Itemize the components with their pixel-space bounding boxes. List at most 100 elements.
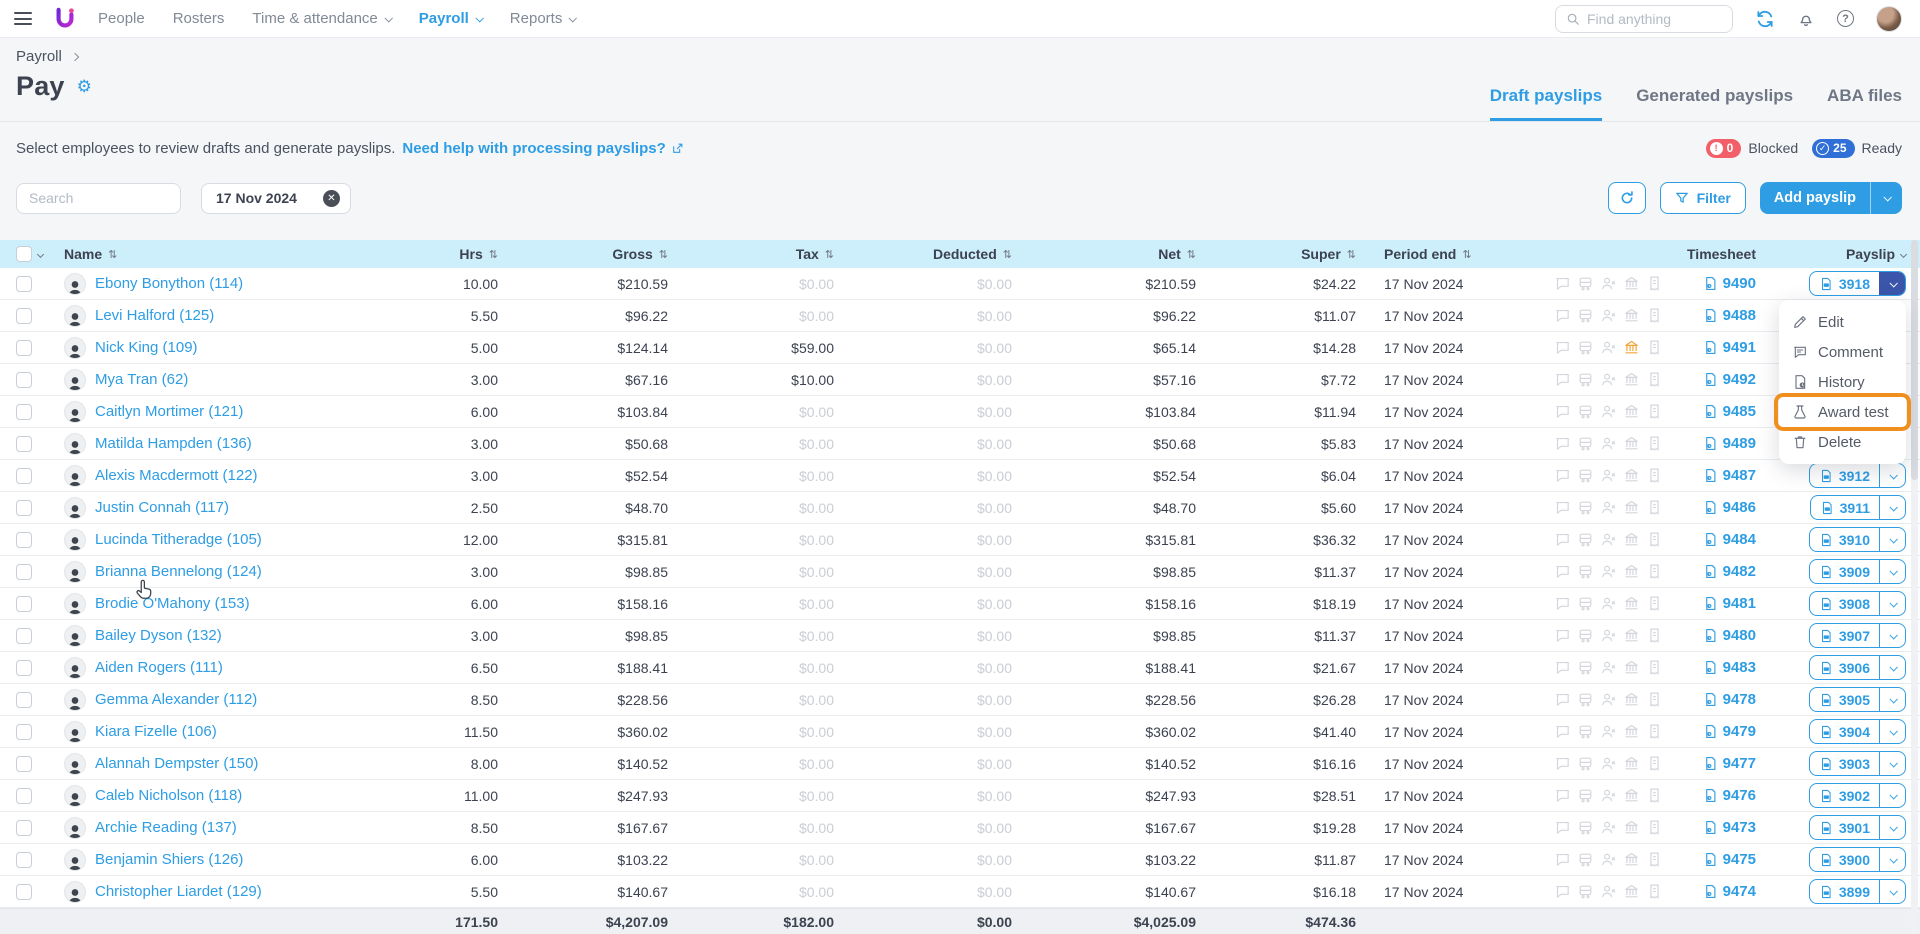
sort-icon[interactable]: ⇅ [1187, 248, 1196, 261]
add-payslip-dropdown[interactable] [1870, 182, 1902, 214]
payslip-dropdown[interactable] [1879, 720, 1905, 743]
payslip-dropdown[interactable] [1879, 880, 1905, 903]
nav-item-payroll[interactable]: Payroll [419, 10, 482, 27]
payslip-button[interactable]: 3906 [1809, 655, 1906, 680]
payslip-button[interactable]: 3908 [1809, 591, 1906, 616]
row-checkbox[interactable] [16, 372, 32, 388]
timesheet-link[interactable]: 9491 [1703, 339, 1756, 356]
row-checkbox[interactable] [16, 340, 32, 356]
row-checkbox[interactable] [16, 532, 32, 548]
filter-button[interactable]: Filter [1660, 182, 1746, 214]
row-checkbox[interactable] [16, 884, 32, 900]
timesheet-link[interactable]: 9476 [1703, 787, 1756, 804]
employee-name-link[interactable]: Benjamin Shiers (126) [95, 851, 243, 868]
row-checkbox[interactable] [16, 724, 32, 740]
employee-name-link[interactable]: Nick King (109) [95, 339, 198, 356]
timesheet-link[interactable]: 9477 [1703, 755, 1756, 772]
payslip-dropdown[interactable] [1879, 784, 1905, 807]
row-checkbox[interactable] [16, 308, 32, 324]
nav-item-people[interactable]: People [98, 10, 145, 27]
timesheet-link[interactable]: 9488 [1703, 307, 1756, 324]
row-checkbox[interactable] [16, 500, 32, 516]
col-header-super[interactable]: Super⇅ [1196, 246, 1356, 262]
employee-name-link[interactable]: Aiden Rogers (111) [95, 659, 223, 676]
payslip-dropdown[interactable] [1879, 656, 1905, 679]
payslip-button[interactable]: 3910 [1809, 527, 1906, 552]
date-filter[interactable]: 17 Nov 2024 ✕ [201, 183, 351, 214]
employee-name-link[interactable]: Caleb Nicholson (118) [95, 787, 242, 804]
help-processing-link[interactable]: Need help with processing payslips? [402, 140, 683, 157]
table-search[interactable] [16, 183, 181, 214]
timesheet-link[interactable]: 9484 [1703, 531, 1756, 548]
table-search-input[interactable] [29, 190, 168, 206]
global-search-input[interactable] [1587, 11, 1707, 27]
notifications-bell-icon[interactable] [1797, 9, 1815, 28]
col-header-deducted[interactable]: Deducted⇅ [834, 246, 1012, 262]
sort-icon[interactable]: ⇅ [825, 248, 834, 261]
menu-item-award-test[interactable]: Award test [1779, 397, 1906, 427]
payslip-dropdown[interactable] [1879, 272, 1905, 295]
sort-icon[interactable]: ⇅ [1003, 248, 1012, 261]
user-avatar[interactable] [1876, 6, 1902, 32]
menu-item-history[interactable]: History [1779, 367, 1906, 397]
payslip-dropdown[interactable] [1879, 848, 1905, 871]
timesheet-link[interactable]: 9486 [1703, 499, 1756, 516]
col-header-payslip[interactable]: Payslip [1756, 246, 1906, 262]
employee-name-link[interactable]: Levi Halford (125) [95, 307, 214, 324]
payslip-dropdown[interactable] [1879, 752, 1905, 775]
settings-gear-icon[interactable]: ⚙ [77, 77, 92, 97]
tab-draft-payslips[interactable]: Draft payslips [1490, 86, 1602, 121]
timesheet-link[interactable]: 9474 [1703, 883, 1756, 900]
brand-logo[interactable] [54, 7, 76, 31]
menu-item-delete[interactable]: Delete [1779, 427, 1906, 457]
employee-name-link[interactable]: Brianna Bennelong (124) [95, 563, 262, 580]
global-search[interactable] [1555, 5, 1733, 33]
help-icon[interactable]: ? [1837, 10, 1854, 27]
row-checkbox[interactable] [16, 660, 32, 676]
timesheet-link[interactable]: 9492 [1703, 371, 1756, 388]
hamburger-menu-icon[interactable] [14, 12, 32, 25]
payslip-dropdown[interactable] [1879, 816, 1905, 839]
nav-item-rosters[interactable]: Rosters [173, 10, 225, 27]
timesheet-link[interactable]: 9480 [1703, 627, 1756, 644]
col-header-gross[interactable]: Gross⇅ [498, 246, 668, 262]
row-checkbox[interactable] [16, 564, 32, 580]
payslip-button[interactable]: 3902 [1809, 783, 1906, 808]
employee-name-link[interactable]: Brodie O'Mahony (153) [95, 595, 250, 612]
col-header-hrs[interactable]: Hrs⇅ [402, 246, 498, 262]
employee-name-link[interactable]: Alannah Dempster (150) [95, 755, 258, 772]
scrollbar[interactable] [1911, 240, 1918, 934]
sort-icon[interactable]: ⇅ [1347, 248, 1356, 261]
sort-icon[interactable]: ⇅ [1462, 248, 1471, 261]
sort-icon[interactable]: ⇅ [659, 248, 668, 261]
employee-name-link[interactable]: Archie Reading (137) [95, 819, 237, 836]
menu-item-comment[interactable]: Comment [1779, 337, 1906, 367]
timesheet-link[interactable]: 9473 [1703, 819, 1756, 836]
payslip-button[interactable]: 3907 [1809, 623, 1906, 648]
add-payslip-button[interactable]: Add payslip [1760, 182, 1902, 214]
menu-item-edit[interactable]: Edit [1779, 307, 1906, 337]
payslip-button[interactable]: 3901 [1809, 815, 1906, 840]
timesheet-link[interactable]: 9481 [1703, 595, 1756, 612]
payslip-dropdown[interactable] [1879, 496, 1905, 519]
row-checkbox[interactable] [16, 468, 32, 484]
employee-name-link[interactable]: Matilda Hampden (136) [95, 435, 252, 452]
sort-icon[interactable]: ⇅ [489, 248, 498, 261]
col-header-net[interactable]: Net⇅ [1012, 246, 1196, 262]
tab-aba-files[interactable]: ABA files [1827, 86, 1902, 121]
timesheet-link[interactable]: 9489 [1703, 435, 1756, 452]
row-checkbox[interactable] [16, 820, 32, 836]
clear-date-icon[interactable]: ✕ [323, 190, 340, 207]
employee-name-link[interactable]: Bailey Dyson (132) [95, 627, 222, 644]
timesheet-link[interactable]: 9482 [1703, 563, 1756, 580]
payslip-button[interactable]: 3911 [1810, 495, 1906, 520]
col-header-tax[interactable]: Tax⇅ [668, 246, 834, 262]
timesheet-link[interactable]: 9485 [1703, 403, 1756, 420]
refresh-button[interactable] [1608, 182, 1646, 214]
payslip-dropdown[interactable] [1879, 528, 1905, 551]
row-checkbox[interactable] [16, 436, 32, 452]
employee-name-link[interactable]: Justin Connah (117) [95, 499, 229, 516]
scrollbar-thumb[interactable] [1911, 240, 1918, 480]
sync-icon[interactable] [1755, 9, 1775, 29]
row-checkbox[interactable] [16, 596, 32, 612]
